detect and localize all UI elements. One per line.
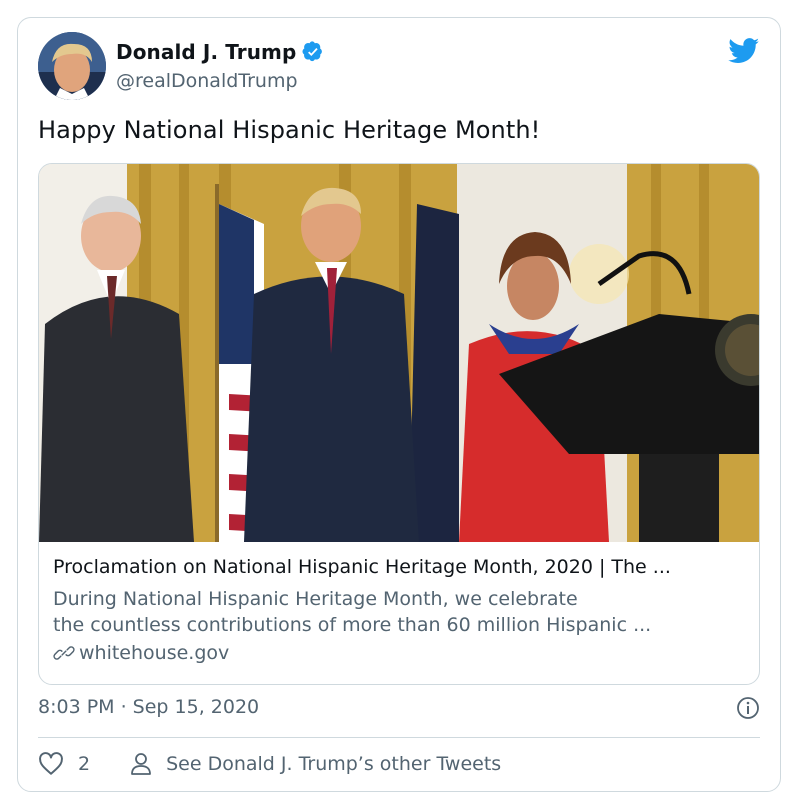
tweet-text: Happy National Hispanic Heritage Month!	[38, 116, 541, 144]
see-other-tweets-link[interactable]: See Donald J. Trump’s other Tweets	[166, 753, 501, 775]
link-icon	[53, 646, 75, 660]
author-name-row: Donald J. Trump	[116, 40, 324, 64]
like-count[interactable]: 2	[78, 753, 90, 775]
link-card-description-line: the countless contributions of more than…	[53, 614, 652, 636]
divider	[38, 737, 760, 738]
author-name[interactable]: Donald J. Trump	[116, 40, 296, 64]
tweet-actions: 2 See Donald J. Trump’s other Tweets	[38, 752, 501, 776]
link-card-domain: whitehouse.gov	[79, 642, 230, 664]
link-preview-card[interactable]: Proclamation on National Hispanic Herita…	[38, 163, 760, 685]
person-icon[interactable]	[130, 752, 152, 776]
info-icon[interactable]	[736, 696, 760, 720]
author-avatar[interactable]	[38, 32, 106, 100]
link-card-domain-row: whitehouse.gov	[53, 642, 229, 664]
twitter-bird-icon[interactable]	[728, 38, 760, 64]
link-preview-image	[39, 164, 759, 542]
heart-icon[interactable]	[38, 752, 64, 776]
tweet-timestamp[interactable]: 8:03 PM · Sep 15, 2020	[38, 696, 259, 718]
author-handle[interactable]: @realDonaldTrump	[116, 70, 298, 92]
link-card-description-line: During National Hispanic Heritage Month,…	[53, 588, 578, 610]
link-card-description: During National Hispanic Heritage Month,…	[53, 586, 743, 638]
tweet-card: Donald J. Trump @realDonaldTrump Happy N…	[17, 17, 781, 792]
link-card-title: Proclamation on National Hispanic Herita…	[53, 556, 671, 578]
verified-badge-icon	[302, 41, 323, 62]
